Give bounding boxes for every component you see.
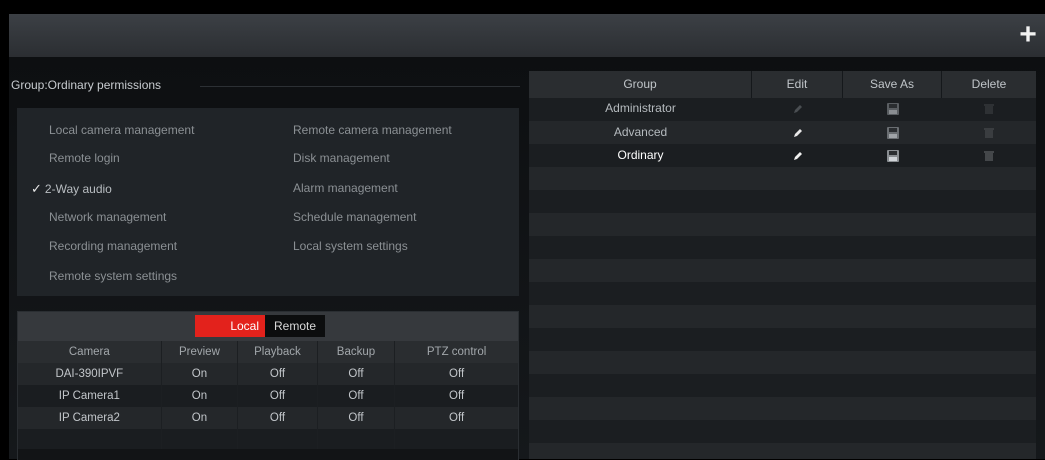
- add-group-button[interactable]: +: [1015, 20, 1041, 50]
- camera-permissions-panel: Local Remote Camera Preview Playback Bac…: [17, 311, 519, 460]
- save-as-button[interactable]: [843, 121, 942, 144]
- floppy-disk-icon: [886, 126, 899, 139]
- preview-cell[interactable]: On: [161, 407, 239, 429]
- playback-cell[interactable]: Off: [237, 407, 318, 429]
- row-stripe: [529, 443, 1036, 459]
- col-camera: Camera: [18, 341, 162, 363]
- trash-icon: [984, 128, 994, 139]
- group-row-administrator[interactable]: Administrator: [529, 98, 1036, 119]
- tab-remote[interactable]: Remote: [265, 315, 325, 337]
- row-stripe: [529, 213, 1036, 236]
- camera-tabs-bar: Local Remote: [18, 312, 518, 341]
- row-stripe: [529, 190, 1036, 213]
- save-as-button[interactable]: [843, 144, 942, 167]
- col-delete: Delete: [971, 77, 1007, 91]
- permissions-panel: Local camera management Remote camera ma…: [17, 108, 519, 296]
- camera-name: IP Camera2: [18, 407, 162, 429]
- tab-local[interactable]: Local: [195, 315, 265, 337]
- col-save-as: Save As: [843, 71, 942, 98]
- ptz-cell[interactable]: Off: [394, 363, 518, 385]
- pencil-icon: [793, 151, 802, 160]
- row-stripe: [529, 351, 1036, 374]
- backup-cell[interactable]: Off: [317, 385, 396, 407]
- camera-name: IP Camera1: [18, 385, 162, 407]
- perm-remote-system-settings[interactable]: Remote system settings: [49, 269, 177, 283]
- group-name: Ordinary: [617, 148, 664, 162]
- row-stripe: [529, 236, 1036, 259]
- perm-disk-management[interactable]: Disk management: [293, 151, 390, 165]
- camera-table: Camera Preview Playback Backup PTZ contr…: [18, 341, 518, 449]
- group-row-advanced[interactable]: Advanced: [529, 121, 1036, 144]
- pencil-icon: [793, 128, 802, 137]
- backup-cell[interactable]: Off: [317, 363, 396, 385]
- row-stripe: [529, 397, 1036, 420]
- floppy-disk-icon: [886, 102, 899, 115]
- pencil-icon: [793, 104, 802, 113]
- row-stripe: [529, 259, 1036, 282]
- col-backup: Backup: [317, 341, 396, 363]
- delete-button[interactable]: [942, 121, 1036, 144]
- row-stripe: [529, 305, 1036, 328]
- title-divider: [200, 86, 520, 87]
- group-name: Advanced: [613, 125, 668, 139]
- row-stripe: [529, 328, 1036, 351]
- playback-cell[interactable]: Off: [237, 385, 318, 407]
- table-row[interactable]: DAI-390IPVF On Off Off Off: [18, 363, 518, 385]
- perm-2way-audio[interactable]: ✓ 2-Way audio: [31, 181, 112, 197]
- empty-row: [18, 429, 518, 449]
- row-stripe: [529, 167, 1036, 190]
- group-table-header: Group Edit Save As Delete: [529, 71, 1036, 98]
- group-row-ordinary[interactable]: Ordinary: [529, 144, 1036, 167]
- row-stripe: [529, 374, 1036, 397]
- perm-alarm-management[interactable]: Alarm management: [293, 181, 398, 195]
- checkmark-icon: ✓: [31, 181, 42, 196]
- camera-name: DAI-390IPVF: [18, 363, 162, 385]
- group-list-panel: Group Edit Save As Delete Administrator …: [529, 71, 1036, 459]
- row-stripe: [529, 282, 1036, 305]
- col-preview: Preview: [161, 341, 239, 363]
- edit-button[interactable]: [752, 144, 843, 167]
- group-name: Administrator: [605, 101, 676, 115]
- perm-local-camera-management[interactable]: Local camera management: [49, 123, 194, 137]
- delete-button[interactable]: [942, 98, 1036, 119]
- col-group: Group: [529, 71, 752, 98]
- edit-button[interactable]: [752, 121, 843, 144]
- delete-button[interactable]: [942, 144, 1036, 167]
- row-stripe: [529, 420, 1036, 443]
- trash-icon: [984, 104, 994, 115]
- perm-schedule-management[interactable]: Schedule management: [293, 210, 416, 224]
- camera-table-header: Camera Preview Playback Backup PTZ contr…: [18, 341, 518, 363]
- backup-cell[interactable]: Off: [317, 407, 396, 429]
- ptz-cell[interactable]: Off: [394, 385, 518, 407]
- perm-remote-login[interactable]: Remote login: [49, 151, 120, 165]
- ptz-cell[interactable]: Off: [394, 407, 518, 429]
- table-row[interactable]: IP Camera2 On Off Off Off: [18, 407, 518, 429]
- perm-recording-management[interactable]: Recording management: [49, 239, 177, 253]
- permissions-title: Group:Ordinary permissions: [11, 78, 162, 92]
- save-as-button[interactable]: [843, 98, 942, 119]
- playback-cell[interactable]: Off: [237, 363, 318, 385]
- preview-cell[interactable]: On: [161, 385, 239, 407]
- table-row[interactable]: IP Camera1 On Off Off Off: [18, 385, 518, 407]
- preview-cell[interactable]: On: [161, 363, 239, 385]
- top-toolbar: +: [9, 14, 1045, 57]
- perm-remote-camera-management[interactable]: Remote camera management: [293, 123, 452, 137]
- trash-icon: [984, 151, 994, 162]
- floppy-disk-icon: [886, 149, 899, 162]
- perm-local-system-settings[interactable]: Local system settings: [293, 239, 408, 253]
- col-ptz-control: PTZ control: [394, 341, 518, 363]
- edit-button[interactable]: [752, 98, 843, 119]
- col-playback: Playback: [237, 341, 318, 363]
- perm-network-management[interactable]: Network management: [49, 210, 166, 224]
- col-edit: Edit: [752, 71, 843, 98]
